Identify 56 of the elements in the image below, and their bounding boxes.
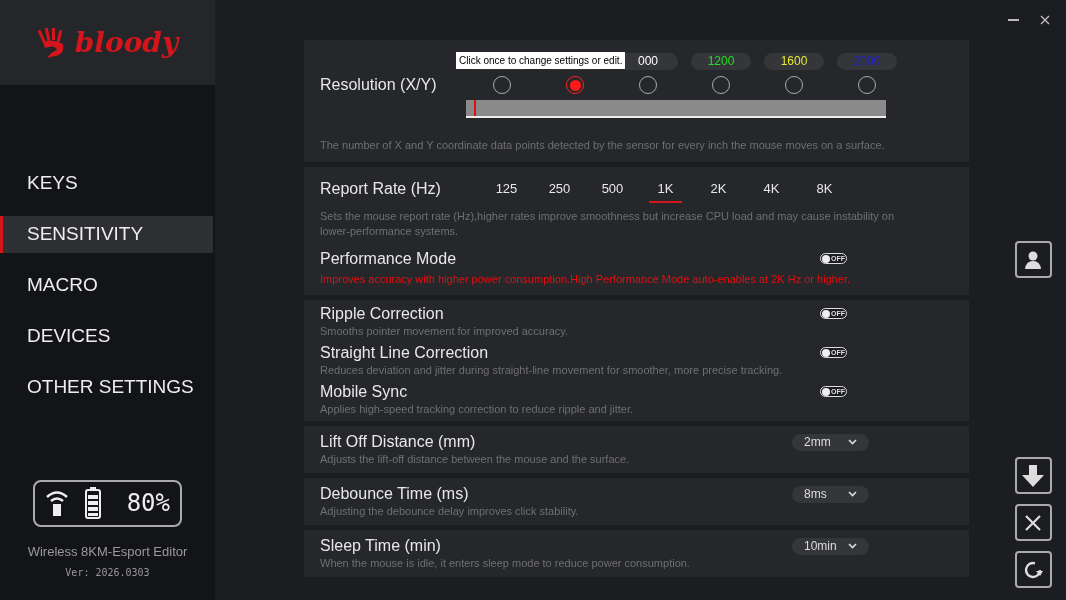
rate-option[interactable]: 500 (596, 179, 629, 203)
dpi-level-label[interactable]: 1600 (764, 53, 824, 70)
setting-description: Reduces deviation and jitter during straight-line movement for smoother, more precise tracking. (320, 362, 784, 378)
rate-option[interactable]: 125 (490, 179, 523, 203)
dropdown[interactable]: 2mm (792, 433, 869, 451)
setting-description: Improves accuracy with higher power consumption.High Performance Mode auto-enables at 2K Hz or higher. (320, 271, 852, 287)
dropdown[interactable]: 10min (792, 537, 869, 555)
rate-option[interactable]: 8K (808, 179, 841, 203)
close-icon (1040, 15, 1050, 25)
product-name: Wireless 8KM-Esport Editor (27, 542, 188, 561)
setting-title: Straight Line Correction (320, 342, 490, 363)
chevron-down-icon (848, 543, 857, 549)
rate-option[interactable]: 250 (543, 179, 576, 203)
x-icon (1024, 513, 1042, 532)
close-button[interactable] (1040, 14, 1052, 26)
rate-option[interactable]: 4K (755, 179, 788, 203)
version-text: Ver: 2026.0303 (65, 566, 150, 580)
nav-item[interactable]: SENSITIVITY (0, 216, 213, 253)
battery-icon (85, 487, 101, 519)
nav-item[interactable]: MACRO (0, 267, 213, 304)
person-icon (1023, 249, 1043, 270)
wireless-icon (45, 488, 69, 518)
setting-description: When the mouse is idle, it enters sleep mode to reduce power consumption. (320, 555, 691, 571)
battery-percent: 80% (126, 488, 170, 519)
slider-thumb[interactable] (474, 100, 477, 116)
setting-title: Lift Off Distance (mm) (320, 431, 477, 452)
setting-description: Smooths pointer movement for improved accuracy. (320, 323, 569, 339)
setting-title: Report Rate (Hz) (320, 178, 442, 199)
download-button[interactable] (1014, 457, 1052, 494)
setting-title: Resolution (X/Y) (320, 75, 438, 95)
dpi-level-label[interactable]: 1200 (691, 53, 751, 70)
profile-button[interactable] (1014, 241, 1052, 278)
nav-item[interactable]: OTHER SETTINGS (0, 369, 213, 406)
chevron-down-icon (848, 491, 857, 497)
setting-description: Adjusts the lift-off distance between the mouse and the surface. (320, 451, 631, 467)
logo-text: bloody (74, 28, 179, 57)
dropdown[interactable]: 8ms (792, 485, 869, 503)
nav-item[interactable]: DEVICES (0, 318, 213, 355)
setting-title: Sleep Time (min) (320, 535, 442, 556)
setting-description: The number of X and Y coordinate data points detected by the sensor for every inch the mouse moves on a surface. (320, 138, 886, 153)
setting-title: Performance Mode (320, 248, 458, 269)
setting-title: Ripple Correction (320, 303, 445, 324)
tooltip: Click once to change settings or edit. (456, 52, 626, 69)
chevron-down-icon (848, 439, 857, 445)
reset-button[interactable] (1014, 551, 1052, 588)
down-arrow-icon (1021, 463, 1045, 488)
rate-option[interactable]: 1K (649, 179, 682, 203)
setting-description: Applies high-speed tracking correction to reduce ripple and jitter. (320, 401, 635, 417)
setting-description: Adjusting the debounce delay improves click stability. (320, 503, 580, 519)
rate-option[interactable]: 2K (702, 179, 735, 203)
nav-item[interactable]: KEYS (0, 165, 213, 202)
setting-description: Sets the mouse report rate (Hz),higher rates improve smoothness but increase CPU load and may cause instability on lower-performance systems. (320, 208, 896, 239)
dpi-slider-track[interactable] (466, 100, 886, 118)
setting-title: Debounce Time (ms) (320, 483, 470, 504)
cancel-button[interactable] (1014, 504, 1052, 541)
setting-title: Mobile Sync (320, 381, 409, 402)
